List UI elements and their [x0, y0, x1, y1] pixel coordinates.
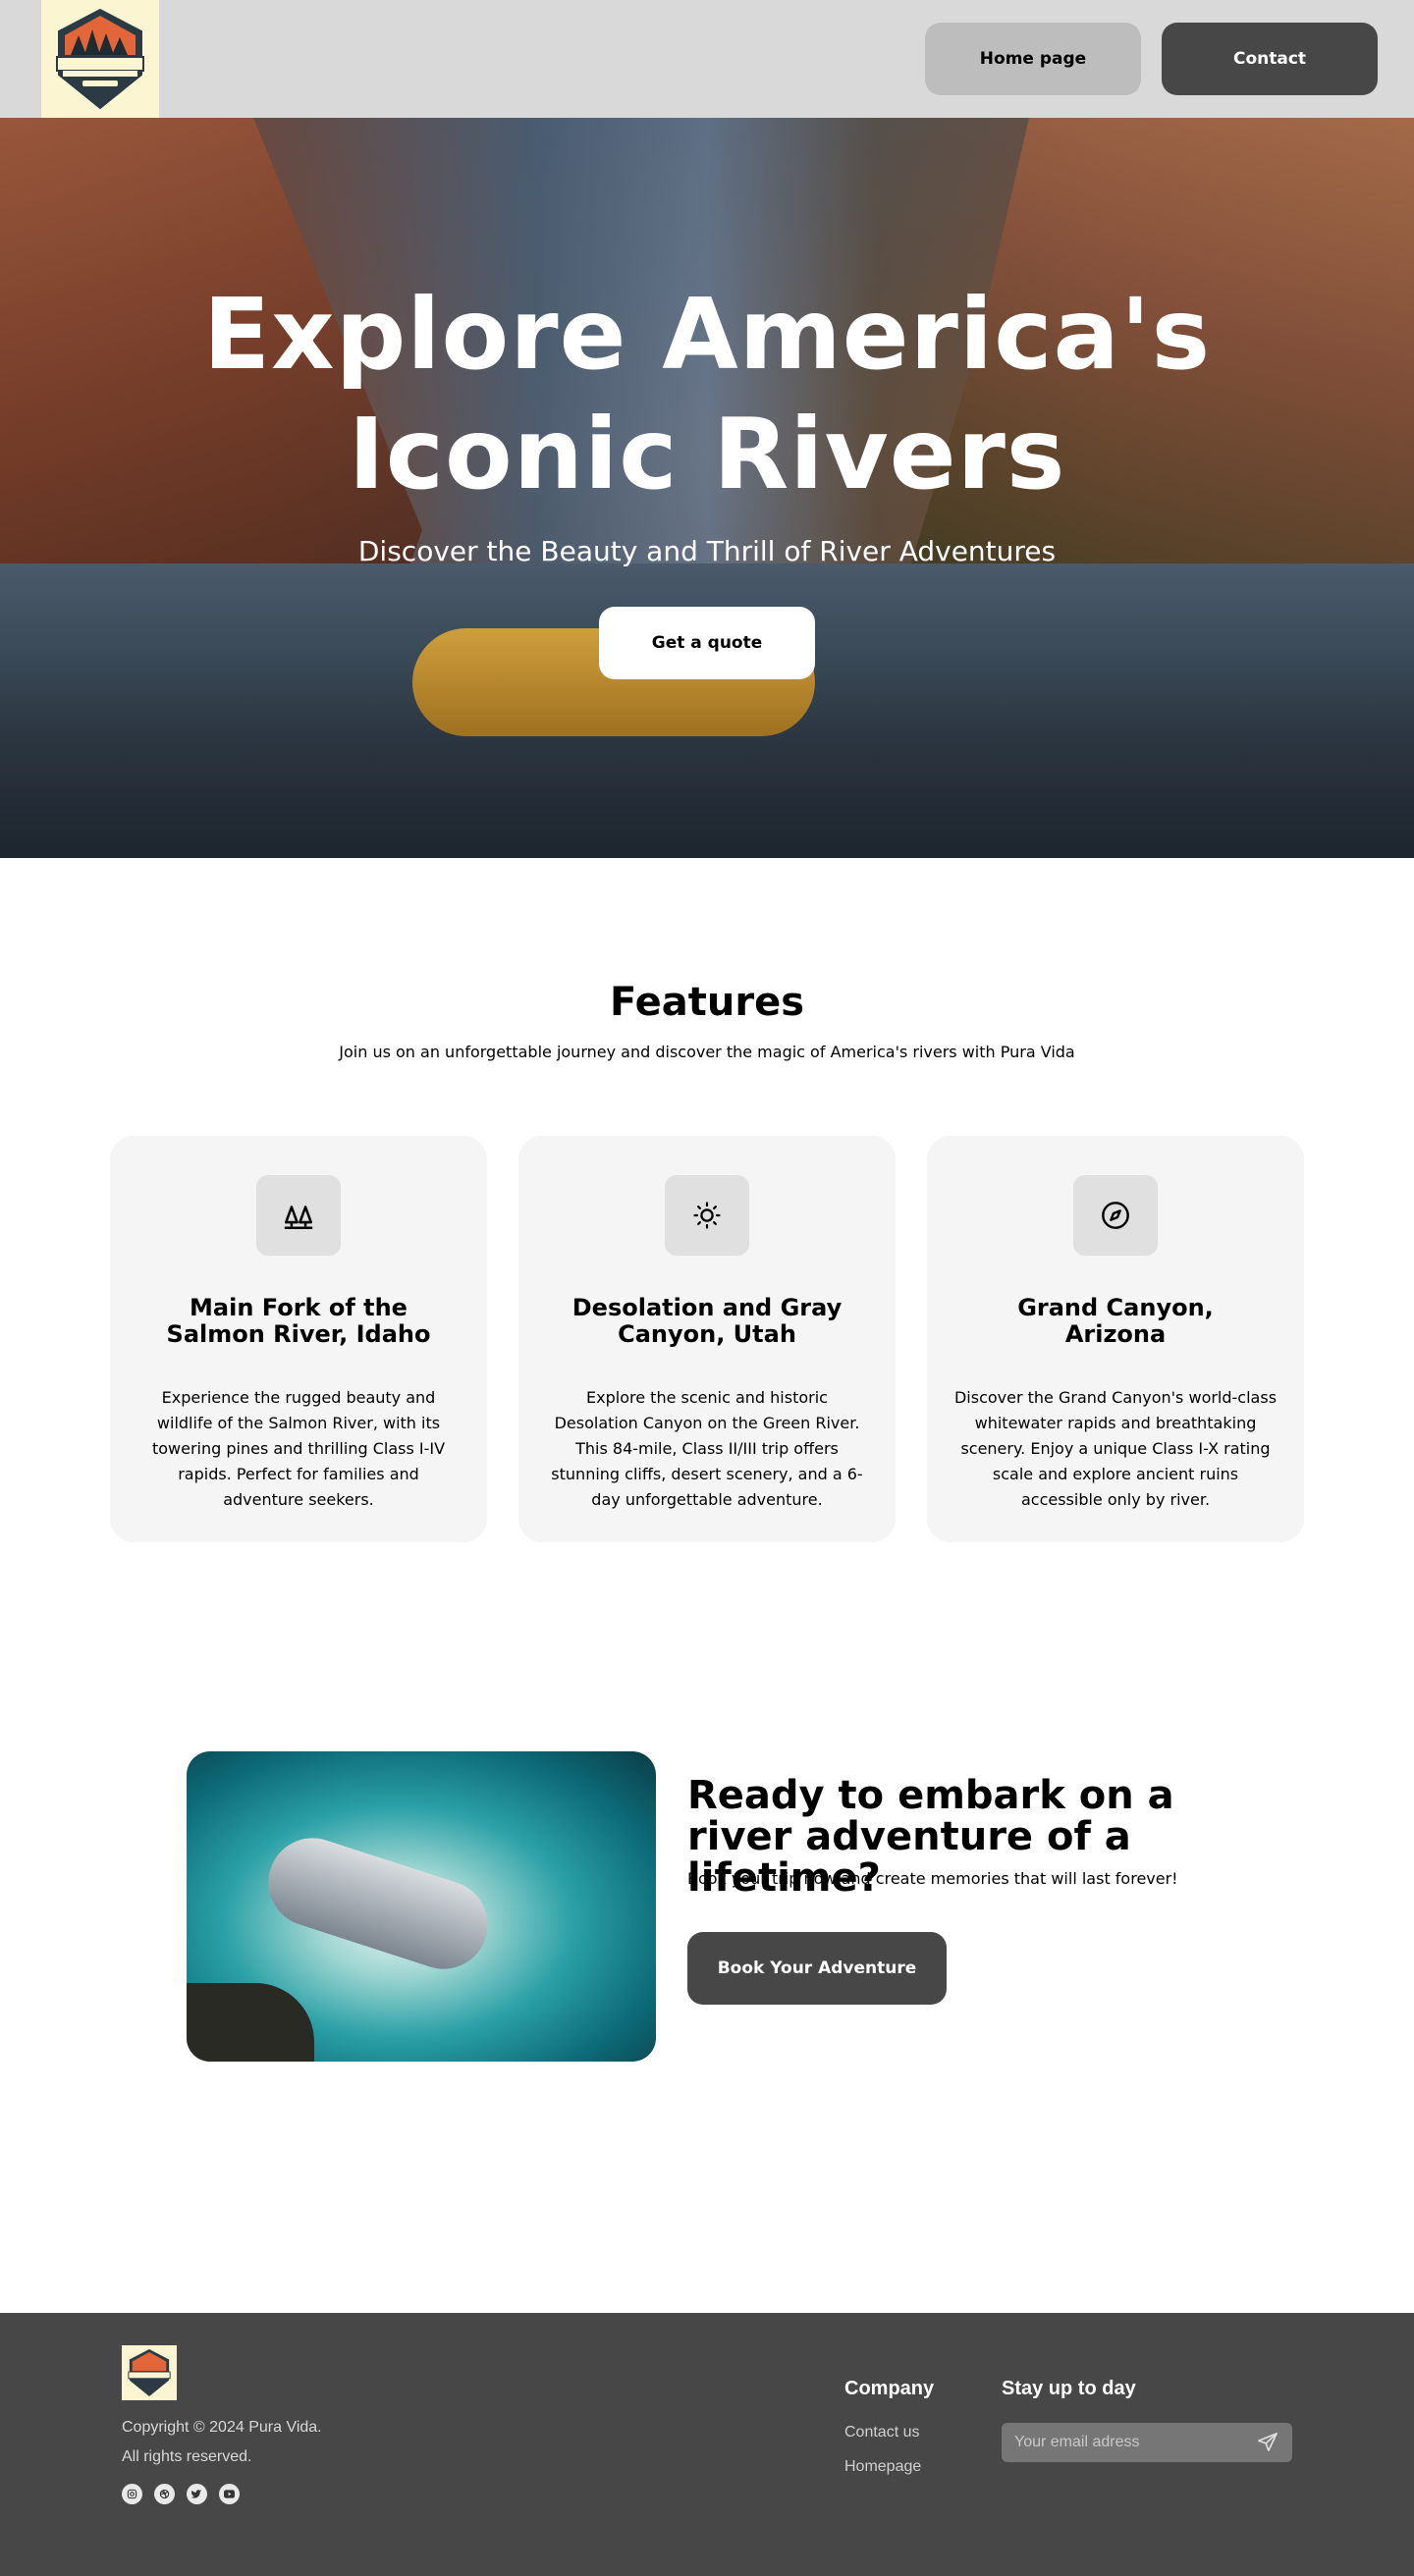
footer: Copyright © 2024 Pura Vida. All rights r… — [0, 2313, 1414, 2576]
copyright-line2: All rights reserved. — [122, 2448, 252, 2465]
hero-title: Explore America's Iconic Rivers — [0, 275, 1414, 514]
hero-subtitle: Discover the Beauty and Thrill of River … — [357, 535, 1057, 567]
compass-icon — [1073, 1175, 1158, 1256]
cta-text: Book your trip now and create memories t… — [687, 1869, 1178, 1888]
footer-link-contact-us[interactable]: Contact us — [844, 2424, 919, 2442]
copyright-line1: Copyright © 2024 Pura Vida. — [122, 2419, 322, 2436]
feature-card-salmon-river: Main Fork of the Salmon River, Idaho Exp… — [110, 1136, 487, 1542]
feature-card-grand-canyon: Grand Canyon, Arizona Discover the Grand… — [927, 1136, 1304, 1542]
footer-link-homepage[interactable]: Homepage — [844, 2458, 921, 2476]
hero-title-line1: Explore America's — [202, 277, 1212, 392]
send-icon[interactable] — [1257, 2433, 1278, 2452]
newsletter-heading: Stay up to day — [1002, 2378, 1136, 2399]
youtube-icon[interactable] — [219, 2484, 240, 2504]
home-page-button[interactable]: Home page — [925, 23, 1141, 95]
get-a-quote-button[interactable]: Get a quote — [599, 607, 815, 679]
features-title: Features — [609, 980, 805, 1025]
feature-card-text: Experience the rugged beauty and wildlif… — [151, 1388, 446, 1509]
logo-badge-icon — [56, 8, 144, 110]
pura-vida-logo[interactable] — [41, 0, 159, 118]
features-lead: Join us on an unforgettable journey and … — [339, 1043, 1075, 1061]
dribbble-icon[interactable] — [154, 2484, 175, 2504]
photo-rock-shape — [187, 1983, 314, 2062]
feature-card-text: Explore the scenic and historic Desolati… — [551, 1388, 863, 1509]
contact-button[interactable]: Contact — [1162, 23, 1378, 95]
instagram-icon[interactable] — [122, 2484, 142, 2504]
book-your-adventure-button[interactable]: Book Your Adventure — [687, 1932, 947, 2005]
feature-card-desolation-canyon: Desolation and Gray Canyon, Utah Explore… — [518, 1136, 896, 1542]
hero-section: Explore America's Iconic Rivers Discover… — [0, 118, 1414, 858]
feature-card-text: Discover the Grand Canyon's world-class … — [953, 1388, 1278, 1509]
footer-logo[interactable] — [122, 2345, 177, 2400]
newsletter-form — [1002, 2423, 1292, 2462]
email-input[interactable] — [1002, 2423, 1247, 2462]
features-section: Features Join us on an unforgettable jou… — [0, 858, 1414, 1634]
cta-section: Ready to embark on a river adventure of … — [0, 1634, 1414, 2313]
photo-raft-shape — [256, 1826, 500, 1981]
feature-card-title: Desolation and Gray Canyon, Utah — [571, 1294, 843, 1348]
top-nav: Home page Contact — [0, 0, 1414, 118]
twitter-icon[interactable] — [187, 2484, 207, 2504]
social-links — [122, 2484, 240, 2504]
trees-icon — [256, 1175, 341, 1256]
feature-card-title: Main Fork of the Salmon River, Idaho — [166, 1294, 431, 1348]
company-heading: Company — [844, 2378, 935, 2399]
feature-card-title: Grand Canyon, Arizona — [1017, 1294, 1214, 1348]
hero-title-line2: Iconic Rivers — [348, 397, 1066, 511]
sun-icon — [665, 1175, 749, 1256]
rafting-photo — [187, 1751, 656, 2062]
copyright-text: Copyright © 2024 Pura Vida. All rights r… — [122, 2413, 322, 2472]
logo-badge-icon — [128, 2349, 171, 2396]
